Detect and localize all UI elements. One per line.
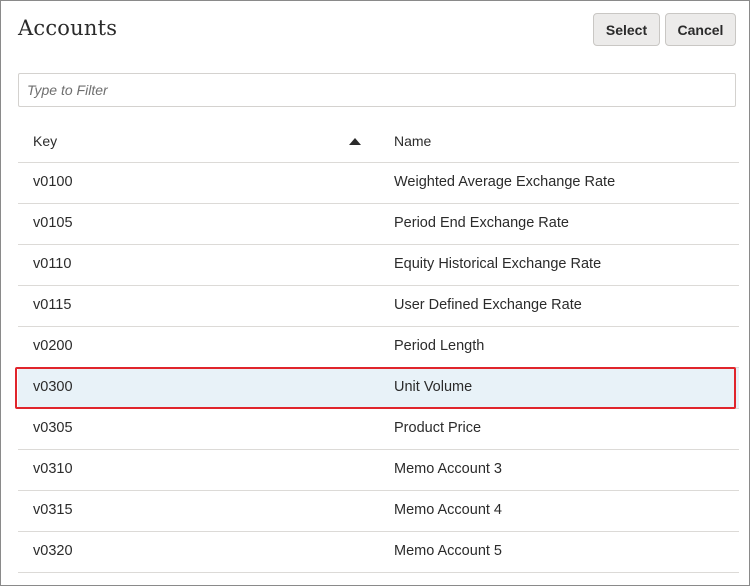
cell-name: Unit Volume xyxy=(394,379,473,395)
table-row[interactable]: v0305 Product Price xyxy=(18,409,739,450)
table-body: v0100 Weighted Average Exchange Rate v0105… xyxy=(18,163,739,573)
table-row[interactable]: v0100 Weighted Average Exchange Rate xyxy=(18,163,739,204)
table-header: Key Name xyxy=(18,121,739,163)
cell-key: v0305 xyxy=(33,420,73,436)
cell-name: Product Price xyxy=(394,420,482,436)
table-row[interactable]: v0315 Memo Account 4 xyxy=(18,491,739,532)
column-header-key[interactable]: Key xyxy=(33,133,57,149)
table-row[interactable]: v0200 Period Length xyxy=(18,327,739,368)
cell-name: Memo Account 5 xyxy=(394,543,502,559)
cell-key: v0110 xyxy=(33,256,72,272)
table-row[interactable]: v0300 Unit Volume xyxy=(18,368,739,409)
cell-name: Period Length xyxy=(394,338,485,354)
sort-ascending-icon[interactable] xyxy=(349,138,361,145)
cell-key: v0115 xyxy=(33,297,72,313)
cell-name: User Defined Exchange Rate xyxy=(394,297,582,313)
cancel-button[interactable]: Cancel xyxy=(665,13,736,46)
column-header-name[interactable]: Name xyxy=(394,133,431,149)
cell-key: v0105 xyxy=(33,215,73,231)
cell-key: v0310 xyxy=(33,461,73,477)
table-row[interactable]: v0105 Period End Exchange Rate xyxy=(18,204,739,245)
accounts-dialog: Accounts Select Cancel Key Name v0100 Wei… xyxy=(0,0,750,586)
cell-name: Memo Account 4 xyxy=(394,502,502,518)
dialog-title: Accounts xyxy=(18,16,118,40)
cell-key: v0300 xyxy=(33,379,73,395)
cell-key: v0100 xyxy=(33,174,73,190)
cell-name: Weighted Average Exchange Rate xyxy=(394,174,616,190)
table-row[interactable]: v0110 Equity Historical Exchange Rate xyxy=(18,245,739,286)
table-row[interactable]: v0115 User Defined Exchange Rate xyxy=(18,286,739,327)
filter-input[interactable] xyxy=(18,73,736,107)
cell-key: v0320 xyxy=(33,543,73,559)
cell-name: Period End Exchange Rate xyxy=(394,215,569,231)
cell-key: v0315 xyxy=(33,502,73,518)
cell-name: Equity Historical Exchange Rate xyxy=(394,256,602,272)
table-row[interactable]: v0310 Memo Account 3 xyxy=(18,450,739,491)
table-row[interactable]: v0320 Memo Account 5 xyxy=(18,532,739,573)
select-button[interactable]: Select xyxy=(593,13,660,46)
cell-name: Memo Account 3 xyxy=(394,461,502,477)
accounts-table: Key Name v0100 Weighted Average Exchange … xyxy=(18,121,739,573)
cell-key: v0200 xyxy=(33,338,73,354)
